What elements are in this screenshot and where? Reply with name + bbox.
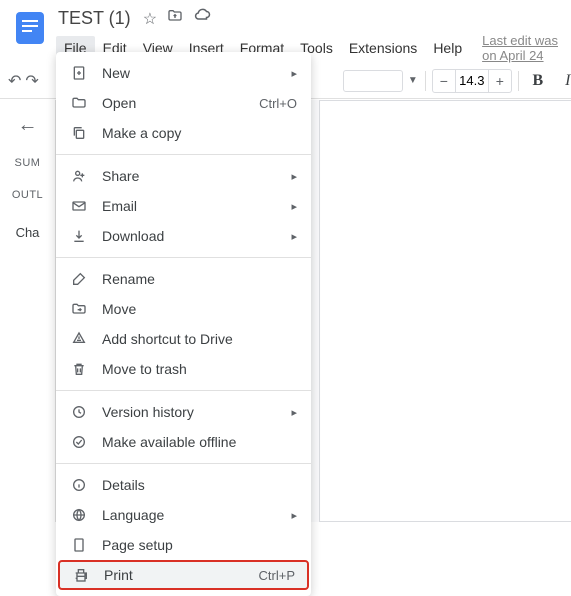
divider	[56, 257, 311, 258]
divider	[56, 463, 311, 464]
menu-item-offline[interactable]: Make available offline	[56, 427, 311, 457]
menu-item-page-setup[interactable]: Page setup	[56, 530, 311, 560]
outline-item[interactable]: Cha	[12, 221, 44, 244]
menu-label: Details	[102, 477, 297, 493]
submenu-arrow-icon: ▸	[291, 170, 297, 183]
trash-icon	[70, 361, 88, 377]
divider	[56, 390, 311, 391]
separator	[425, 71, 426, 91]
menu-label: Open	[102, 95, 245, 111]
submenu-arrow-icon: ▸	[291, 67, 297, 80]
document-page[interactable]	[319, 100, 571, 522]
shortcut-text: Ctrl+P	[259, 568, 295, 583]
shortcut-text: Ctrl+O	[259, 96, 297, 111]
star-icon[interactable]: ☆	[143, 9, 157, 29]
collapse-outline-button[interactable]: ←	[18, 114, 38, 137]
font-size-input[interactable]	[455, 70, 489, 92]
menu-item-trash[interactable]: Move to trash	[56, 354, 311, 384]
folder-open-icon	[70, 95, 88, 111]
outline-heading: OUTL	[12, 189, 43, 201]
menu-item-open[interactable]: Open Ctrl+O	[56, 88, 311, 118]
divider	[56, 154, 311, 155]
page-setup-icon	[70, 537, 88, 553]
offline-icon	[70, 434, 88, 450]
menu-extensions[interactable]: Extensions	[341, 36, 425, 60]
globe-icon	[70, 507, 88, 523]
increase-font-button[interactable]: +	[489, 70, 511, 92]
submenu-arrow-icon: ▸	[291, 230, 297, 243]
rename-icon	[70, 271, 88, 287]
file-menu-dropdown: New ▸ Open Ctrl+O Make a copy Share ▸ Em…	[56, 52, 311, 596]
menu-item-make-copy[interactable]: Make a copy	[56, 118, 311, 148]
document-title[interactable]: TEST (1)	[56, 6, 133, 31]
italic-button[interactable]: I	[555, 70, 571, 92]
download-icon	[70, 228, 88, 244]
email-icon	[70, 198, 88, 214]
menu-item-print[interactable]: Print Ctrl+P	[58, 560, 309, 590]
bold-button[interactable]: B	[525, 70, 551, 92]
submenu-arrow-icon: ▸	[291, 200, 297, 213]
last-edit-link[interactable]: Last edit was on April 24	[482, 33, 563, 63]
menu-item-email[interactable]: Email ▸	[56, 191, 311, 221]
separator	[518, 71, 519, 91]
info-icon	[70, 477, 88, 493]
copy-icon	[70, 125, 88, 141]
move-folder-icon[interactable]	[167, 8, 183, 29]
menu-item-download[interactable]: Download ▸	[56, 221, 311, 251]
menu-label: Language	[102, 507, 277, 523]
menu-label: Move	[102, 301, 297, 317]
redo-button[interactable]: ↷	[25, 68, 38, 94]
menu-item-version-history[interactable]: Version history ▸	[56, 397, 311, 427]
menu-label: Add shortcut to Drive	[102, 331, 297, 347]
menu-label: Make a copy	[102, 125, 297, 141]
font-selector[interactable]	[343, 70, 403, 92]
menu-label: Move to trash	[102, 361, 297, 377]
menu-label: Version history	[102, 404, 277, 420]
decrease-font-button[interactable]: −	[433, 70, 455, 92]
share-icon	[70, 168, 88, 184]
summary-heading: SUM	[15, 157, 41, 169]
cloud-status-icon[interactable]	[193, 7, 211, 30]
menu-label: Email	[102, 198, 277, 214]
submenu-arrow-icon: ▸	[291, 509, 297, 522]
menu-item-rename[interactable]: Rename	[56, 264, 311, 294]
menu-label: Rename	[102, 271, 297, 287]
chevron-down-icon[interactable]: ▼	[407, 68, 419, 94]
new-doc-icon	[70, 65, 88, 81]
menu-item-move[interactable]: Move	[56, 294, 311, 324]
menu-item-share[interactable]: Share ▸	[56, 161, 311, 191]
submenu-arrow-icon: ▸	[291, 406, 297, 419]
menu-label: Make available offline	[102, 434, 297, 450]
menu-label: Share	[102, 168, 277, 184]
menu-item-new[interactable]: New ▸	[56, 58, 311, 88]
menu-label: Download	[102, 228, 277, 244]
menu-label: New	[102, 65, 277, 81]
move-icon	[70, 301, 88, 317]
menu-item-details[interactable]: Details	[56, 470, 311, 500]
print-icon	[72, 567, 90, 583]
drive-shortcut-icon	[70, 331, 88, 347]
menu-label: Print	[104, 567, 245, 583]
undo-button[interactable]: ↶	[8, 68, 21, 94]
menu-label: Page setup	[102, 537, 297, 553]
history-icon	[70, 404, 88, 420]
docs-logo-icon[interactable]	[12, 10, 48, 46]
menu-item-language[interactable]: Language ▸	[56, 500, 311, 530]
menu-help[interactable]: Help	[425, 36, 470, 60]
menu-item-add-shortcut[interactable]: Add shortcut to Drive	[56, 324, 311, 354]
